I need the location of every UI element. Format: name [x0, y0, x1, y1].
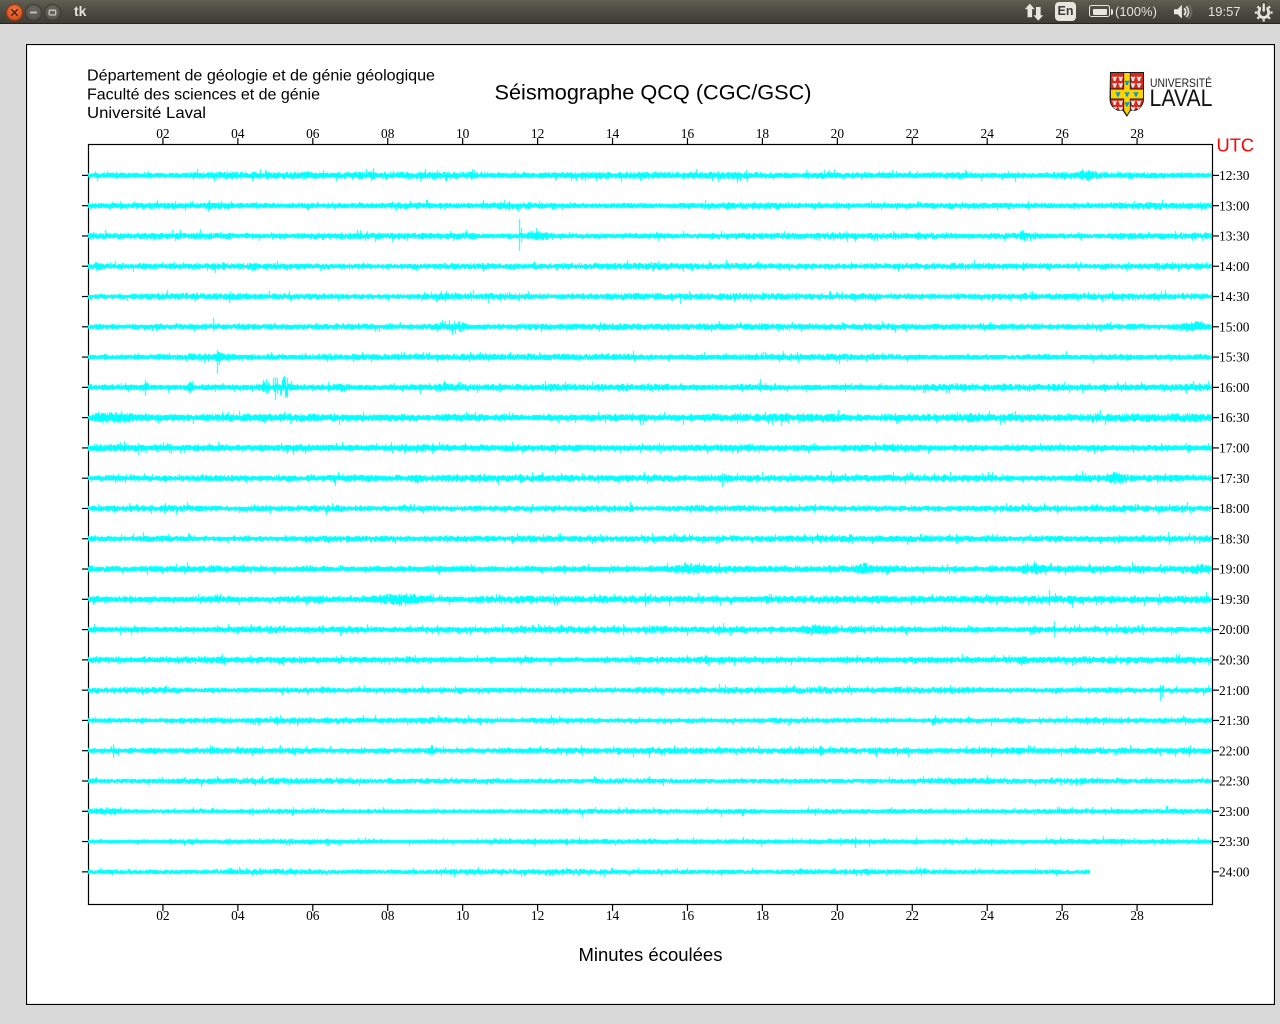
svg-text:22:30: 22:30: [1219, 774, 1250, 789]
svg-text:16:00: 16:00: [1219, 380, 1250, 395]
svg-text:02: 02: [156, 126, 169, 141]
svg-text:26: 26: [1055, 908, 1069, 923]
svg-text:Université Laval: Université Laval: [87, 105, 206, 122]
svg-text:22:00: 22:00: [1219, 743, 1250, 758]
svg-text:21:30: 21:30: [1219, 713, 1250, 728]
svg-text:08: 08: [381, 908, 395, 923]
svg-text:19:00: 19:00: [1219, 562, 1250, 577]
svg-text:LAVAL: LAVAL: [1150, 85, 1213, 112]
svg-text:14:30: 14:30: [1219, 289, 1250, 304]
svg-text:28: 28: [1130, 126, 1144, 141]
svg-text:21:00: 21:00: [1219, 683, 1250, 698]
svg-text:04: 04: [231, 908, 245, 923]
svg-text:28: 28: [1130, 908, 1144, 923]
svg-text:18: 18: [756, 908, 770, 923]
svg-text:20: 20: [831, 126, 845, 141]
svg-text:10: 10: [456, 908, 470, 923]
svg-text:14:00: 14:00: [1219, 259, 1250, 274]
svg-text:16:30: 16:30: [1219, 410, 1250, 425]
svg-text:18: 18: [756, 126, 770, 141]
svg-text:13:30: 13:30: [1219, 229, 1250, 244]
svg-text:14: 14: [606, 908, 620, 923]
svg-text:04: 04: [231, 126, 245, 141]
svg-text:24: 24: [981, 908, 995, 923]
svg-text:Minutes écoulées: Minutes écoulées: [579, 944, 723, 965]
svg-text:23:00: 23:00: [1219, 804, 1250, 819]
svg-text:08: 08: [381, 126, 395, 141]
svg-text:UTC: UTC: [1217, 135, 1255, 156]
svg-text:16: 16: [681, 126, 695, 141]
svg-text:06: 06: [306, 908, 320, 923]
svg-text:Département de géologie et de: Département de géologie et de génie géol…: [87, 68, 435, 85]
svg-text:Séismographe QCQ (CGC/GSC): Séismographe QCQ (CGC/GSC): [495, 82, 812, 105]
svg-text:02: 02: [156, 908, 169, 923]
svg-text:18:30: 18:30: [1219, 531, 1250, 546]
svg-text:Faculté des sciences et de gén: Faculté des sciences et de génie: [87, 86, 320, 103]
svg-text:24: 24: [981, 126, 995, 141]
svg-text:15:30: 15:30: [1219, 350, 1250, 365]
svg-text:19:30: 19:30: [1219, 592, 1250, 607]
svg-text:26: 26: [1055, 126, 1069, 141]
svg-text:12: 12: [531, 126, 544, 141]
svg-text:06: 06: [306, 126, 320, 141]
svg-text:22: 22: [906, 126, 919, 141]
svg-text:18:00: 18:00: [1219, 501, 1250, 516]
svg-text:17:30: 17:30: [1219, 471, 1250, 486]
svg-text:10: 10: [456, 126, 470, 141]
svg-text:20: 20: [831, 908, 845, 923]
svg-text:12: 12: [531, 908, 544, 923]
svg-text:12:30: 12:30: [1219, 168, 1250, 183]
svg-text:23:30: 23:30: [1219, 834, 1250, 849]
svg-text:22: 22: [906, 908, 919, 923]
svg-text:14: 14: [606, 126, 620, 141]
svg-text:17:00: 17:00: [1219, 441, 1250, 456]
svg-text:16: 16: [681, 908, 695, 923]
svg-text:20:00: 20:00: [1219, 622, 1250, 637]
svg-text:15:00: 15:00: [1219, 319, 1250, 334]
svg-text:20:30: 20:30: [1219, 652, 1250, 667]
svg-text:24:00: 24:00: [1219, 864, 1250, 879]
svg-text:13:00: 13:00: [1219, 198, 1250, 213]
